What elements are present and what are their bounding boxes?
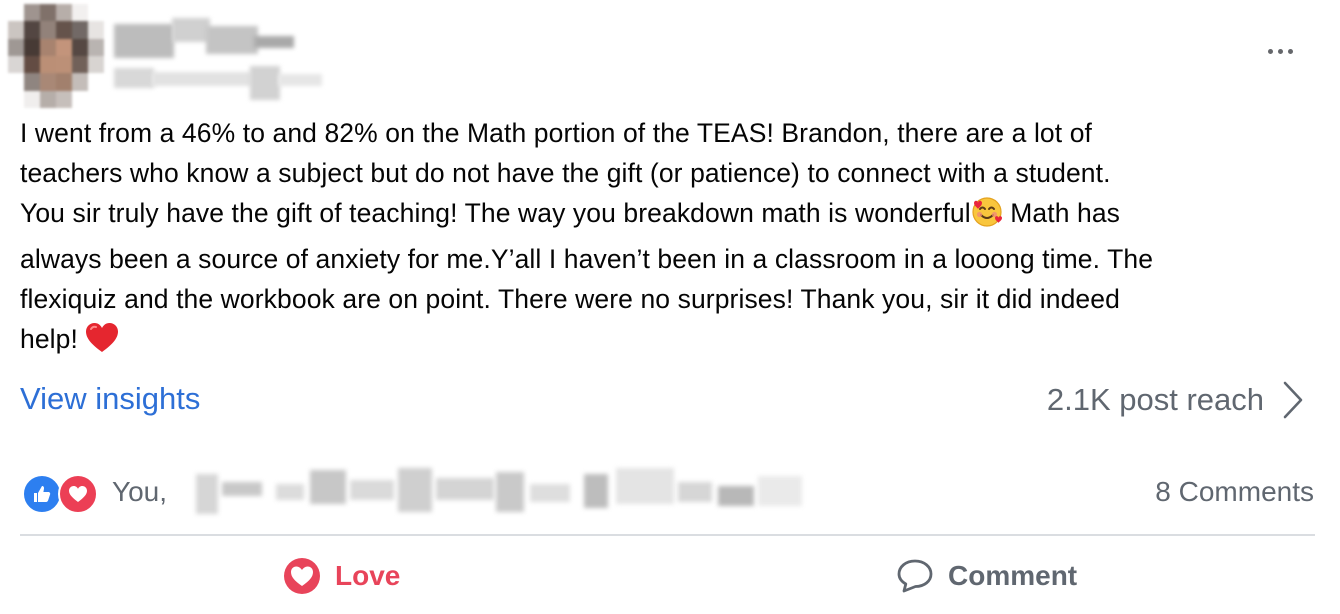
author-name-blurred[interactable] [110, 14, 330, 106]
comment-button-label: Comment [948, 560, 1078, 591]
comment-bubble-icon [897, 559, 933, 593]
like-reaction-icon [22, 474, 62, 514]
love-button[interactable]: Love [283, 552, 400, 600]
author-avatar-blurred[interactable] [8, 4, 104, 108]
post-reach[interactable]: 2.1K post reach [1047, 381, 1304, 419]
love-reaction-icon [58, 474, 98, 514]
comments-count-link[interactable]: 8 Comments [1155, 476, 1314, 508]
smiling-face-with-hearts-emoji [971, 196, 1003, 239]
love-button-label: Love [335, 560, 401, 591]
post-body-text: I went from a 46% to and 82% on the Math… [20, 113, 1325, 365]
actions-divider [20, 534, 1315, 536]
red-heart-emoji [85, 322, 119, 365]
facebook-post: I went from a 46% to and 82% on the Math… [0, 0, 1340, 614]
more-options-icon[interactable] [1256, 38, 1304, 64]
view-insights-link[interactable]: View insights [20, 381, 200, 417]
reactors-names-blurred[interactable] [192, 462, 808, 518]
reactors-text[interactable]: You, [112, 476, 167, 508]
post-reach-label: 2.1K post reach [1046, 382, 1264, 417]
reaction-summary-icons[interactable] [22, 474, 98, 514]
love-reaction-icon [284, 558, 320, 594]
comment-button[interactable]: Comment [896, 552, 1077, 600]
chevron-right-icon [1283, 381, 1303, 419]
